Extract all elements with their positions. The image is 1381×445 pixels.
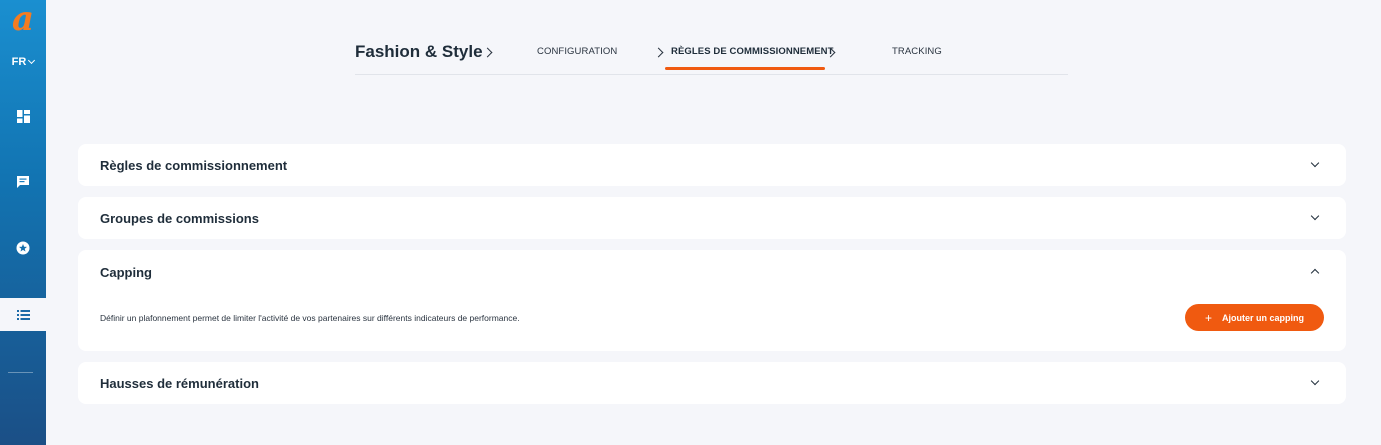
section-capping: Capping Définir un plafonnement permet d… xyxy=(78,250,1346,351)
chevron-down-icon[interactable] xyxy=(1310,211,1320,221)
breadcrumb-tabs: Fashion & Style CONFIGURATION RÈGLES DE … xyxy=(355,38,1068,75)
app-logo[interactable]: a xyxy=(6,2,40,38)
sidebar: a FR xyxy=(0,0,46,445)
chevron-down-icon[interactable] xyxy=(1310,158,1320,168)
chevron-down-icon xyxy=(28,56,36,65)
tab-tracking[interactable]: TRACKING xyxy=(892,46,942,57)
section-title: Groupes de commissions xyxy=(100,211,259,226)
tab-configuration[interactable]: CONFIGURATION xyxy=(537,46,617,57)
tab-regles-de-commissionnement[interactable]: RÈGLES DE COMMISSIONNEMENT xyxy=(671,46,834,57)
language-label: FR xyxy=(11,56,27,68)
section-regles-de-commissionnement[interactable]: Règles de commissionnement xyxy=(78,144,1346,186)
section-hausses-de-remuneration[interactable]: Hausses de rémunération xyxy=(78,362,1346,404)
add-capping-button[interactable]: + Ajouter un capping xyxy=(1185,304,1324,331)
chevron-up-icon[interactable] xyxy=(1310,268,1320,278)
chevron-down-icon[interactable] xyxy=(1310,376,1320,386)
language-selector[interactable]: FR xyxy=(0,56,46,68)
section-groupes-de-commissions[interactable]: Groupes de commissions xyxy=(78,197,1346,239)
section-title: Règles de commissionnement xyxy=(100,158,288,173)
plus-icon: + xyxy=(1204,310,1212,325)
list-icon xyxy=(16,309,30,320)
capping-description: Définir un plafonnement permet de limite… xyxy=(100,313,520,323)
add-capping-label: Ajouter un capping xyxy=(1222,312,1304,323)
star-badge-icon[interactable] xyxy=(11,236,35,260)
chevron-right-icon xyxy=(653,47,664,58)
sidebar-item-active[interactable] xyxy=(0,298,46,331)
sidebar-divider xyxy=(8,372,33,373)
chevron-right-icon xyxy=(482,47,493,58)
section-title[interactable]: Capping xyxy=(100,265,152,280)
section-title: Hausses de rémunération xyxy=(100,376,259,391)
page-title: Fashion & Style xyxy=(355,42,483,61)
active-tab-indicator xyxy=(665,67,825,70)
chat-icon[interactable] xyxy=(11,170,35,194)
dashboard-icon[interactable] xyxy=(11,104,35,128)
